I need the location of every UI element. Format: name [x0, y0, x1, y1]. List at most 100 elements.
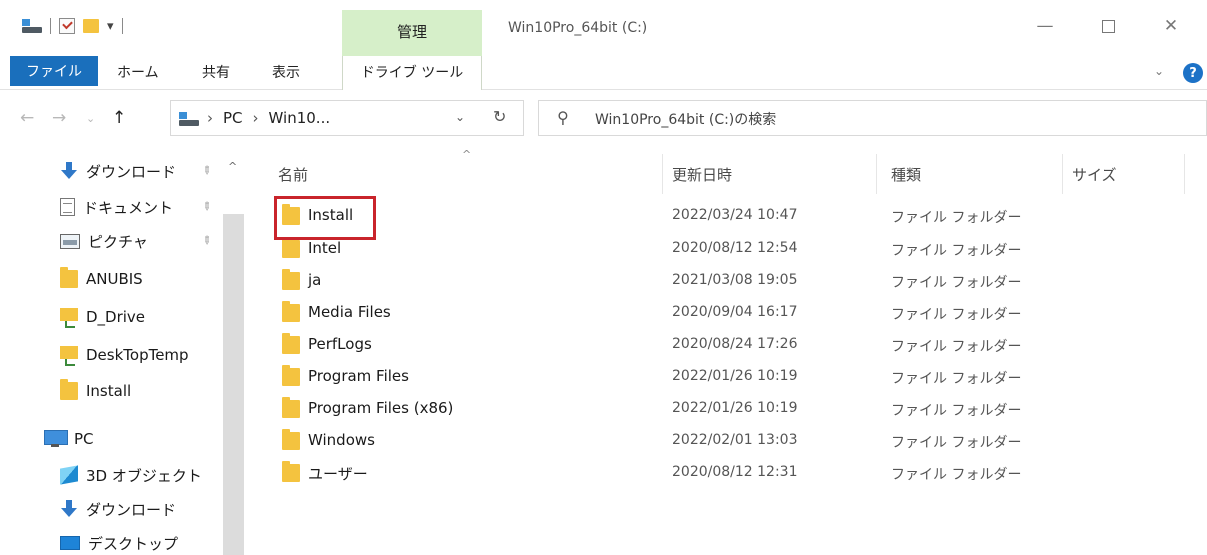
table-row[interactable]: Program Files (x86) 2022/01/26 10:19 ファイ… [262, 393, 1207, 425]
properties-icon[interactable] [59, 18, 75, 34]
tab-share[interactable]: 共有 [202, 62, 230, 82]
table-row[interactable]: Media Files 2020/09/04 16:17 ファイル フォルダー [262, 297, 1207, 329]
toolbar-divider [121, 18, 123, 34]
nav-item-downloads-pc[interactable]: ダウンロード [60, 494, 176, 524]
file-type: ファイル フォルダー [891, 339, 1022, 355]
file-type: ファイル フォルダー [891, 467, 1022, 483]
tab-home[interactable]: ホーム [117, 62, 159, 82]
refresh-icon[interactable]: ↻ [493, 107, 506, 126]
nav-item-label: ANUBIS [86, 270, 143, 288]
file-date: 2022/02/01 13:03 [672, 432, 798, 448]
minimize-button[interactable]: — [1022, 10, 1068, 42]
sort-ascending-icon: ^ [462, 148, 472, 161]
window-title: Win10Pro_64bit (C:) [508, 20, 648, 36]
file-date: 2022/01/26 10:19 [672, 368, 798, 384]
table-row[interactable]: PerfLogs 2020/08/24 17:26 ファイル フォルダー [262, 329, 1207, 361]
close-button[interactable]: ✕ [1148, 10, 1194, 42]
nav-item-label: ピクチャ [88, 232, 148, 251]
column-header-name[interactable]: 名前 [278, 164, 308, 185]
nav-item-3d-objects[interactable]: 3D オブジェクト [60, 460, 202, 490]
scroll-up-icon[interactable]: ^ [228, 160, 237, 173]
new-folder-icon[interactable] [83, 19, 99, 33]
nav-item-label: 3D オブジェクト [86, 466, 202, 485]
column-divider[interactable] [1062, 154, 1063, 194]
column-divider[interactable] [876, 154, 877, 194]
nav-item-pictures[interactable]: ピクチャ [60, 226, 148, 256]
chevron-down-icon[interactable]: ⌄ [455, 110, 465, 124]
nav-item-label: Install [86, 382, 132, 400]
up-arrow-icon[interactable]: ↑ [112, 108, 126, 128]
table-row[interactable]: ja 2021/03/08 19:05 ファイル フォルダー [262, 265, 1207, 297]
table-row[interactable]: Intel 2020/08/12 12:54 ファイル フォルダー [262, 233, 1207, 265]
file-name: PerfLogs [308, 335, 372, 353]
nav-item-desktoptemp[interactable]: DeskTopTemp [60, 340, 189, 370]
nav-item-label: ドキュメント [83, 198, 174, 217]
column-divider[interactable] [1184, 154, 1185, 194]
column-header-date[interactable]: 更新日時 [672, 164, 732, 185]
file-type: ファイル フォルダー [891, 371, 1022, 387]
file-type: ファイル フォルダー [891, 307, 1022, 323]
nav-item-label: D_Drive [86, 308, 146, 326]
nav-item-documents[interactable]: ドキュメント [60, 192, 173, 222]
network-folder-icon [60, 308, 78, 328]
tab-manage[interactable]: 管理 [342, 21, 482, 42]
ribbon-tab-bar: ファイル ホーム 共有 表示 ドライブ ツール ⌄ ? [0, 56, 1207, 90]
nav-item-desktop[interactable]: デスクトップ [60, 528, 178, 555]
tab-drive-tools[interactable]: ドライブ ツール [342, 62, 482, 82]
folder-icon [282, 269, 300, 290]
desktop-icon [60, 536, 80, 550]
pin-icon[interactable]: ✎ [199, 163, 215, 179]
maximize-button[interactable] [1085, 10, 1131, 42]
file-date: 2022/03/24 10:47 [672, 207, 798, 223]
drive-icon [179, 112, 199, 126]
file-name: ユーザー [308, 465, 368, 483]
search-input[interactable]: ⚲ Win10Pro_64bit (C:)の検索 [538, 100, 1207, 136]
file-type: ファイル フォルダー [891, 210, 1022, 226]
forward-arrow-icon[interactable]: → [52, 108, 66, 128]
file-date: 2020/09/04 16:17 [672, 304, 798, 320]
tab-file[interactable]: ファイル [10, 56, 98, 86]
column-header-type[interactable]: 種類 [891, 164, 921, 185]
nav-item-d-drive[interactable]: D_Drive [60, 302, 145, 332]
file-date: 2022/01/26 10:19 [672, 400, 798, 416]
help-icon[interactable]: ? [1183, 63, 1203, 83]
file-name: Windows [308, 431, 375, 449]
search-placeholder: Win10Pro_64bit (C:)の検索 [595, 112, 777, 128]
column-header-size[interactable]: サイズ [1072, 164, 1117, 185]
drive-icon [22, 19, 42, 33]
highlight-box [274, 196, 376, 240]
recent-locations-icon[interactable]: ⌄ [86, 112, 95, 125]
download-icon [60, 500, 78, 518]
column-divider[interactable] [662, 154, 663, 194]
file-type: ファイル フォルダー [891, 243, 1022, 259]
search-icon: ⚲ [557, 108, 569, 127]
table-row[interactable]: Program Files 2022/01/26 10:19 ファイル フォルダ… [262, 361, 1207, 393]
table-row[interactable]: Install 2022/03/24 10:47 ファイル フォルダー [262, 200, 1207, 232]
table-row[interactable]: Windows 2022/02/01 13:03 ファイル フォルダー [262, 425, 1207, 457]
customize-toolbar-icon[interactable]: ▾ [107, 19, 114, 34]
nav-item-install[interactable]: Install [60, 376, 131, 406]
nav-item-label: PC [74, 430, 94, 448]
nav-item-downloads[interactable]: ダウンロード [60, 156, 176, 186]
breadcrumb-pc[interactable]: PC [223, 109, 243, 127]
folder-icon [282, 429, 300, 450]
file-name: ja [308, 271, 322, 289]
folder-icon [282, 237, 300, 258]
address-bar[interactable]: › PC › Win10... ⌄ ↻ [170, 100, 524, 136]
close-icon: ✕ [1163, 16, 1179, 36]
pin-icon[interactable]: ✎ [199, 233, 215, 249]
nav-item-pc[interactable]: PC [44, 424, 94, 454]
file-name: Program Files (x86) [308, 399, 454, 417]
toolbar-divider [50, 18, 51, 34]
back-arrow-icon[interactable]: ← [20, 108, 34, 128]
file-date: 2020/08/24 17:26 [672, 336, 798, 352]
expand-ribbon-icon[interactable]: ⌄ [1154, 64, 1164, 78]
table-row[interactable]: ユーザー 2020/08/12 12:31 ファイル フォルダー [262, 457, 1207, 489]
nav-item-label: DeskTopTemp [86, 346, 189, 364]
nav-item-anubis[interactable]: ANUBIS [60, 264, 143, 294]
pin-icon[interactable]: ✎ [199, 199, 215, 215]
tab-view[interactable]: 表示 [272, 62, 300, 82]
breadcrumb-drive[interactable]: Win10... [269, 109, 331, 127]
scrollbar[interactable] [223, 214, 244, 555]
file-list: ^ 名前 更新日時 種類 サイズ Install 2022/03/24 10:4… [262, 148, 1207, 555]
